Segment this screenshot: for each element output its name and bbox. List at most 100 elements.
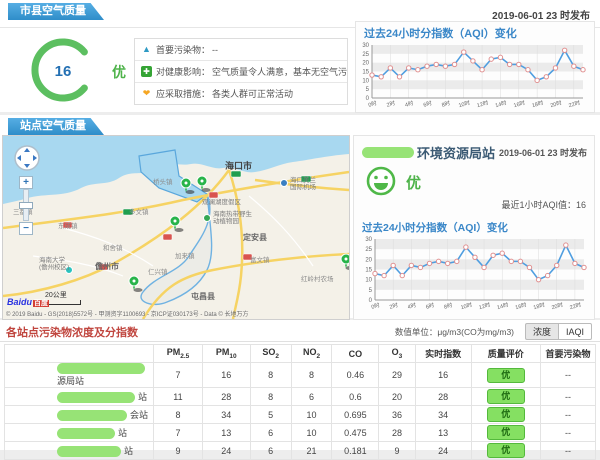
value-mode-toggle: 浓度 IAQI — [525, 323, 592, 340]
city-publish-date: 2019-06-01 23 时发布 — [492, 7, 590, 22]
smiley-face-icon — [364, 164, 398, 198]
pollutant-table-panel: 各站点污染物浓度及分指数 数值单位：μg/m3(CO为mg/m3) 浓度 IAQ… — [0, 320, 600, 450]
city-aqi-chart: 0510152025300时2时4时6时8时10时12时14时16时18时20时… — [356, 41, 588, 111]
svg-text:15: 15 — [365, 268, 372, 274]
data-point — [562, 48, 566, 52]
data-point — [427, 261, 431, 265]
data-point — [445, 261, 449, 265]
primary-pollutant-cell: -- — [540, 388, 595, 406]
aqi-info-box: ▲首要污染物：--✚对健康影响：空气质量令人满意，基本无空气污染❤应采取措施：各… — [134, 38, 348, 105]
svg-text:30: 30 — [362, 43, 369, 49]
primary-pollutant-cell: -- — [540, 363, 595, 388]
zoom-in-button[interactable]: + — [19, 176, 33, 189]
svg-text:14时: 14时 — [496, 300, 510, 311]
toggle-concentration[interactable]: 浓度 — [525, 323, 558, 340]
value-cell: 20 — [379, 388, 415, 406]
station-name-cell: 源局站 — [5, 363, 154, 388]
data-point — [582, 265, 586, 269]
data-point — [436, 259, 440, 263]
station-aqi-panel: 站点空气质量 — [0, 115, 600, 318]
svg-text:16时: 16时 — [513, 98, 527, 109]
svg-text:5: 5 — [366, 87, 370, 93]
value-cell: 8 — [250, 388, 291, 406]
svg-text:6时: 6时 — [422, 99, 433, 109]
data-point — [489, 57, 493, 61]
baidu-logo: Baidu百度 — [7, 297, 49, 308]
data-point — [425, 64, 429, 68]
value-cell: 21 — [291, 442, 332, 460]
svg-text:18时: 18时 — [532, 300, 546, 311]
value-cell: 5 — [250, 406, 291, 424]
data-point — [443, 64, 447, 68]
station-grade: 优 — [406, 172, 421, 193]
svg-text:18时: 18时 — [531, 98, 545, 109]
value-cell: 10 — [291, 406, 332, 424]
aqi-grade: 优 — [112, 62, 126, 82]
data-point — [500, 251, 504, 255]
map-zoom-control[interactable]: + − — [19, 176, 33, 235]
data-point — [517, 62, 521, 66]
value-cell: 10 — [291, 424, 332, 442]
svg-text:20时: 20时 — [551, 300, 565, 311]
value-cell: 6 — [291, 388, 332, 406]
svg-text:25: 25 — [362, 52, 369, 58]
data-point — [471, 59, 475, 63]
map-place-label: 仁兴镇 — [148, 267, 168, 276]
value-cell: 34 — [202, 406, 250, 424]
svg-text:0: 0 — [366, 96, 370, 102]
pollutant-icon: ▲ — [141, 44, 152, 55]
zoom-out-button[interactable]: − — [19, 222, 33, 235]
map-pan-control[interactable] — [11, 142, 45, 176]
data-point — [509, 259, 513, 263]
value-cell: 0.475 — [332, 424, 379, 442]
map-place-label: 和舍镇 — [103, 243, 123, 252]
data-point — [564, 243, 568, 247]
tab-city-aqi-label: 市县空气质量 — [20, 5, 86, 17]
svg-text:20时: 20时 — [549, 98, 563, 109]
divider — [0, 341, 600, 342]
data-point — [388, 66, 392, 70]
map[interactable]: 海口市儋州市定安县屯昌县三都镇多文镇东成镇和舍镇加来镇仁兴镇富文镇桥头镇观澜湖度… — [2, 135, 350, 320]
svg-text:12时: 12时 — [476, 98, 490, 109]
station-name-cell: 会站 — [5, 406, 154, 424]
data-point — [462, 50, 466, 54]
data-point — [464, 245, 468, 249]
map-place-label: 富文镇 — [250, 255, 270, 264]
toggle-iaqi[interactable]: IAQI — [558, 323, 592, 340]
data-point — [397, 75, 401, 79]
grade-cell: 优 — [471, 406, 540, 424]
data-point — [482, 265, 486, 269]
value-cell: 13 — [415, 424, 471, 442]
data-point — [545, 273, 549, 277]
svg-text:0: 0 — [369, 298, 373, 304]
svg-text:25: 25 — [365, 247, 372, 253]
data-point — [452, 62, 456, 66]
tab-city-aqi: 市县空气质量 — [8, 3, 104, 20]
value-cell: 8 — [291, 363, 332, 388]
primary-pollutant-cell: -- — [540, 442, 595, 460]
redacted-station-name — [57, 410, 127, 421]
value-cell: 8 — [154, 406, 202, 424]
zoom-handle[interactable] — [19, 202, 33, 209]
map-copyright: © 2019 Baidu - GS(2018)5572号 - 甲测资字11006… — [6, 309, 249, 318]
value-cell: 7 — [154, 363, 202, 388]
column-header: 首要污染物 — [540, 345, 595, 363]
column-header: PM2.5 — [154, 345, 202, 363]
station-card: 环境资源局站 2019-06-01 23 时发布 优 最近1小时AQI值：16 … — [353, 135, 595, 320]
city-aqi-panel: 市县空气质量 2019-06-01 23 时发布 16 优 ▲首要污染物：--✚… — [0, 0, 600, 112]
map-scale: 20公里 — [45, 290, 81, 305]
data-point — [473, 255, 477, 259]
station-name-suffix: 站 — [118, 428, 127, 438]
station-name-suffix: 站 — [124, 446, 133, 456]
grade-cell: 优 — [471, 363, 540, 388]
value-cell: 28 — [379, 424, 415, 442]
svg-text:5: 5 — [369, 288, 373, 294]
grade-badge: 优 — [487, 425, 525, 440]
data-point — [535, 78, 539, 82]
value-cell: 6 — [250, 424, 291, 442]
column-header: NO2 — [291, 345, 332, 363]
air-quality-dashboard: 市县空气质量 2019-06-01 23 时发布 16 优 ▲首要污染物：--✚… — [0, 0, 600, 450]
info-value: 空气质量令人满意，基本无空气污染 — [212, 65, 347, 78]
value-cell: 11 — [154, 388, 202, 406]
info-value: -- — [212, 45, 218, 55]
